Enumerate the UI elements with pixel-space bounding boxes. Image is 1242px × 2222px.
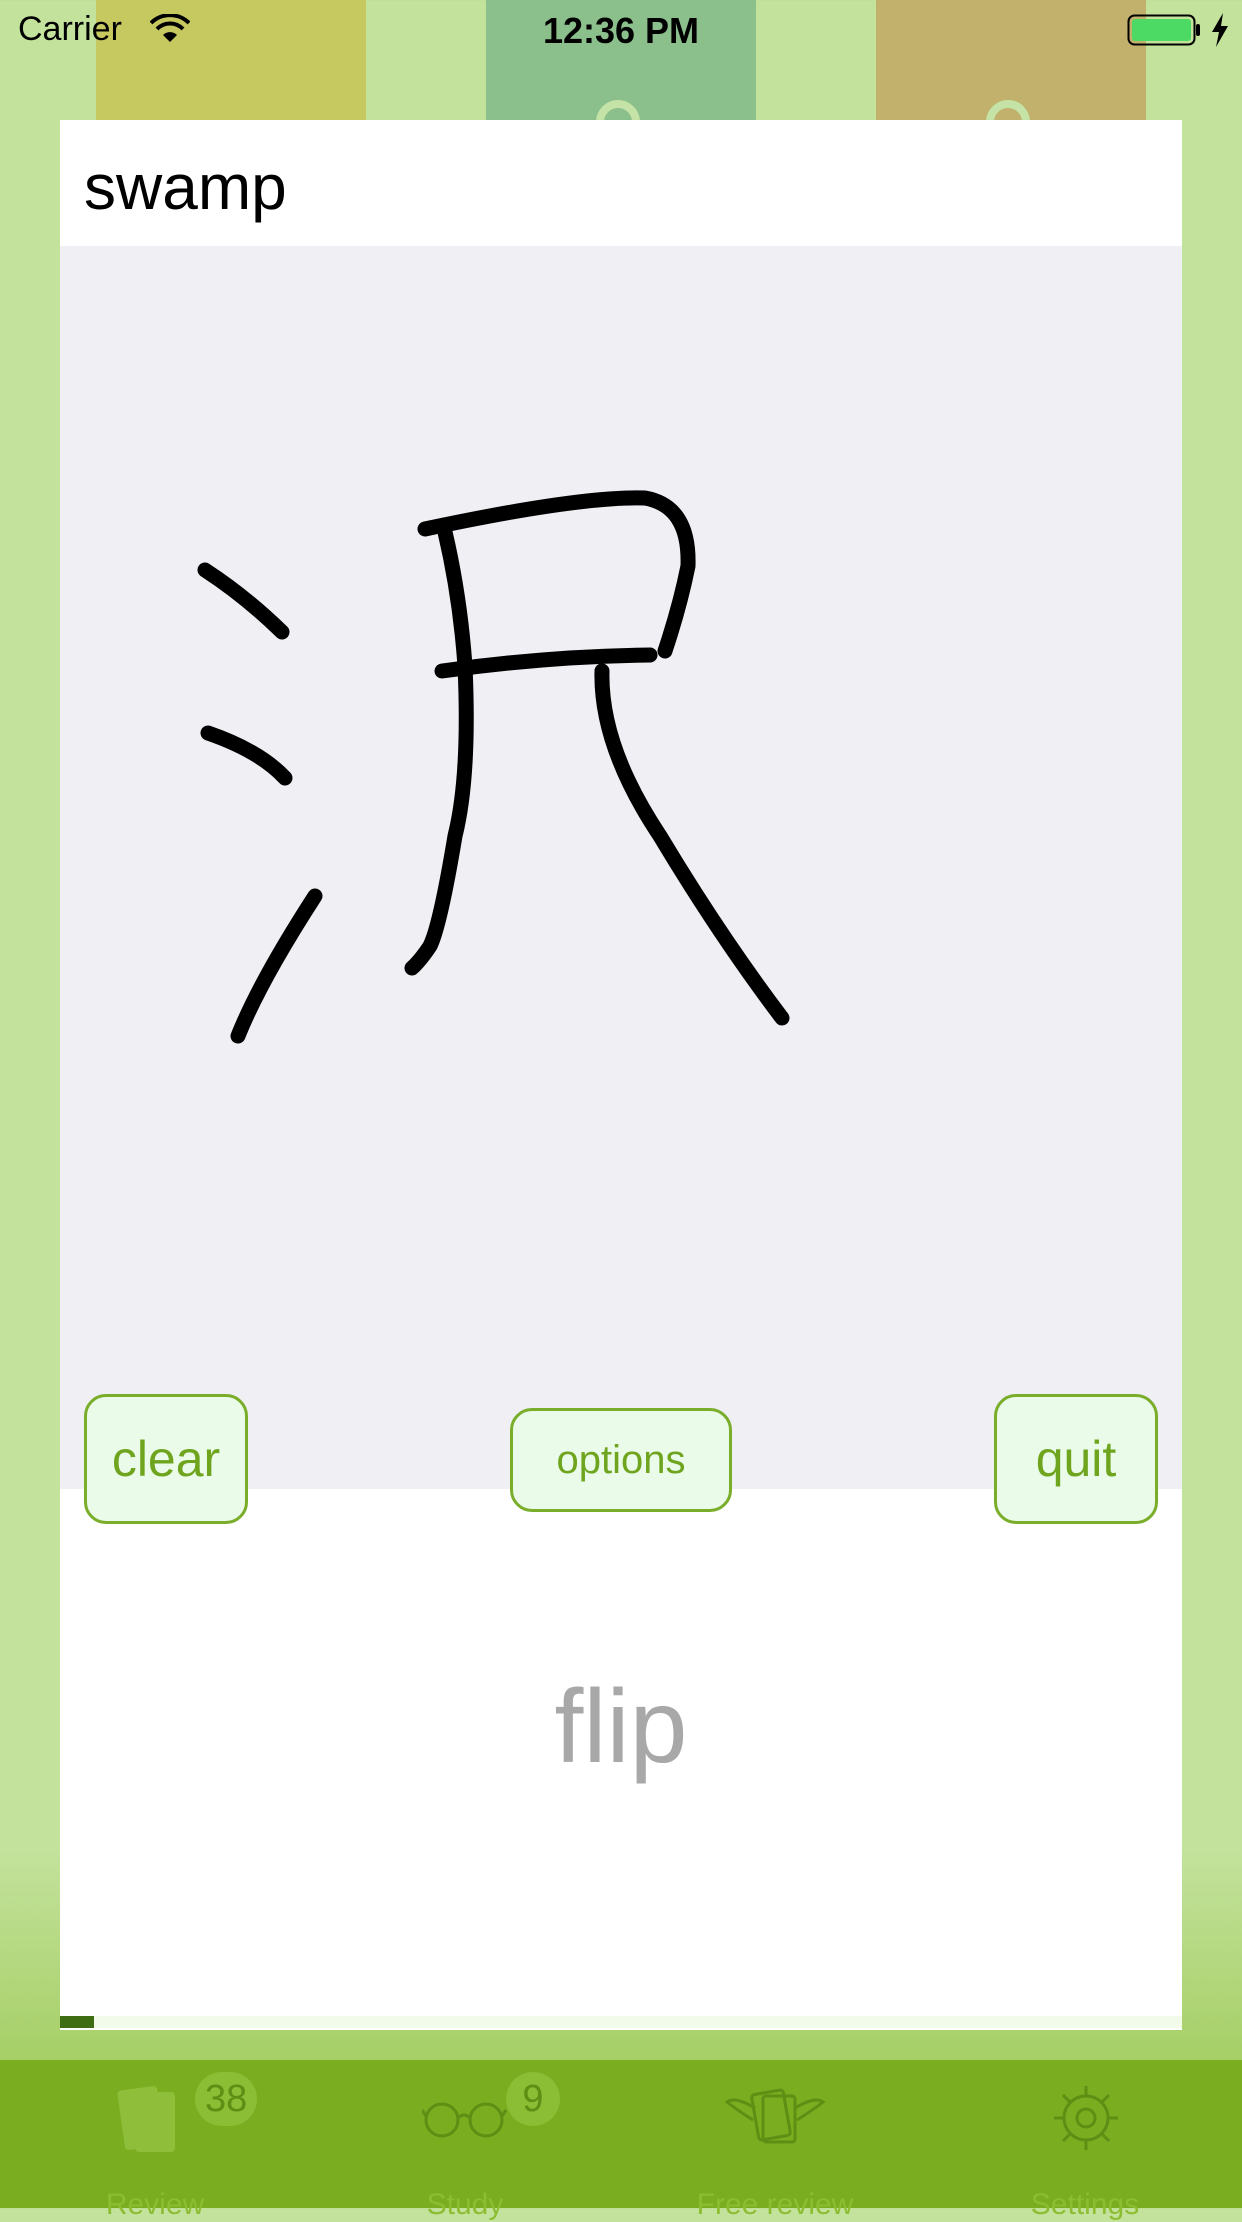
tab-bar: 38 Review 9 Study Free review Settings [0,2060,1242,2221]
clock: 12:36 PM [542,10,700,51]
card-prompt: swamp [84,151,287,223]
options-button[interactable]: options [510,1408,732,1512]
progress-fill [60,2016,94,2028]
tab-study[interactable]: 9 Study [310,2060,620,2221]
stroke [434,647,658,679]
cards-icon [117,2086,175,2152]
stroke [594,663,790,1026]
drawing-canvas[interactable] [60,246,1182,1489]
stroke [200,725,293,786]
gear-icon [1054,2086,1118,2150]
stroke [404,524,474,976]
flashcard: swamp clear options quit flip [60,120,1182,2030]
tab-label: Study [426,2188,504,2221]
stroke [230,888,323,1044]
glasses-icon [422,2102,508,2138]
status-bar: Carrier 12:36 PM [0,0,1242,60]
tab-settings[interactable]: Settings [930,2060,1240,2221]
flip-button[interactable]: flip [60,1668,1182,1787]
study-badge: 9 [506,2072,560,2126]
tab-label: Settings [1030,2188,1140,2221]
handwriting-strokes [197,490,790,1044]
winged-cards-icon [725,2088,825,2144]
progress-bar [60,2016,1182,2028]
tab-free-review[interactable]: Free review [620,2060,930,2221]
tab-label: Review [105,2188,205,2221]
clear-button[interactable]: clear [84,1394,248,1524]
quit-button[interactable]: quit [994,1394,1158,1524]
battery-icon [1127,14,1200,46]
tab-label: Free review [696,2188,854,2221]
tab-review[interactable]: 38 Review [0,2060,310,2221]
charging-icon [1212,13,1228,47]
review-badge: 38 [195,2072,258,2126]
stroke [197,562,290,640]
